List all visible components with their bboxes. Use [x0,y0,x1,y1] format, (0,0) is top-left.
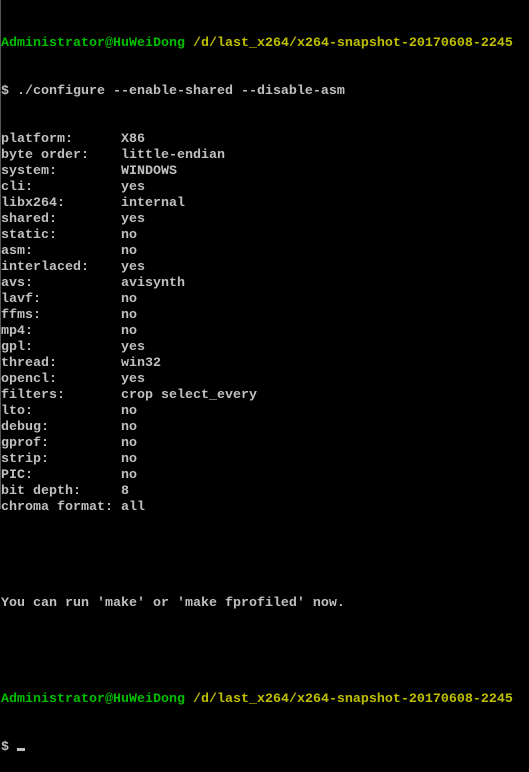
config-value: no [121,436,137,451]
config-row: avs: avisynth [1,276,513,292]
config-value: yes [121,260,145,275]
config-summary: platform: X86 byte order: little-endian syst… [1,132,513,516]
config-row: lto: no [1,404,513,420]
prompt-line: Administrator@HuWeiDong /d/last_x264/x26… [1,692,513,708]
config-value: yes [121,372,145,387]
config-key: platform: [1,132,73,147]
config-value: no [121,292,137,307]
config-key: opencl: [1,372,57,387]
terminal-output[interactable]: Administrator@HuWeiDong /d/last_x264/x26… [1,4,513,772]
config-key: system: [1,164,57,179]
config-key: asm: [1,244,33,259]
config-key: libx264: [1,196,65,211]
config-value: X86 [121,132,145,147]
config-row: cli: yes [1,180,513,196]
prompt-user: Administrator@HuWeiDong [1,36,185,51]
config-key: strip: [1,452,49,467]
config-value: little-endian [121,148,225,163]
config-key: thread: [1,356,57,371]
result-message: You can run 'make' or 'make fprofiled' n… [1,596,345,611]
config-value: no [121,244,137,259]
config-value: no [121,308,137,323]
config-row: ffms: no [1,308,513,324]
command-line: $ ./configure --enable-shared --disable-… [1,84,345,99]
config-row: lavf: no [1,292,513,308]
config-value: yes [121,180,145,195]
config-value: no [121,404,137,419]
config-value: no [121,452,137,467]
config-row: strip: no [1,452,513,468]
config-row: opencl: yes [1,372,513,388]
config-row: PIC: no [1,468,513,484]
config-row: chroma format: all [1,500,513,516]
config-key: PIC: [1,468,33,483]
config-row: debug: no [1,420,513,436]
config-key: debug: [1,420,49,435]
config-value: win32 [121,356,161,371]
config-key: chroma format: [1,500,113,515]
prompt-user: Administrator@HuWeiDong [1,692,185,707]
config-value: no [121,420,137,435]
config-value: yes [121,340,145,355]
config-key: interlaced: [1,260,89,275]
config-key: byte order: [1,148,89,163]
config-value: all [121,500,145,515]
config-key: filters: [1,388,65,403]
config-row: mp4: no [1,324,513,340]
config-row: static: no [1,228,513,244]
config-row: platform: X86 [1,132,513,148]
config-key: mp4: [1,324,33,339]
config-row: filters: crop select_every [1,388,513,404]
config-row: system: WINDOWS [1,164,513,180]
config-key: ffms: [1,308,41,323]
config-key: bit depth: [1,484,81,499]
config-value: no [121,228,137,243]
config-key: lto: [1,404,33,419]
config-row: libx264: internal [1,196,513,212]
prompt-line: Administrator@HuWeiDong /d/last_x264/x26… [1,36,513,52]
config-value: no [121,324,137,339]
config-key: gpl: [1,340,33,355]
config-key: static: [1,228,57,243]
config-key: gprof: [1,436,49,451]
config-value: no [121,468,137,483]
config-key: shared: [1,212,57,227]
config-row: thread: win32 [1,356,513,372]
prompt-path: /d/last_x264/x264-snapshot-20170608-2245 [192,692,513,707]
config-row: bit depth: 8 [1,484,513,500]
config-value: yes [121,212,145,227]
config-key: lavf: [1,292,41,307]
config-row: gprof: no [1,436,513,452]
config-value: avisynth [121,276,185,291]
config-row: byte order: little-endian [1,148,513,164]
config-value: crop select_every [121,388,257,403]
config-value: 8 [121,484,129,499]
config-key: cli: [1,180,33,195]
input-line[interactable]: $ [1,740,513,756]
config-key: avs: [1,276,33,291]
input-prompt: $ [1,740,17,755]
config-row: shared: yes [1,212,513,228]
config-row: gpl: yes [1,340,513,356]
config-value: WINDOWS [121,164,177,179]
config-value: internal [121,196,185,211]
prompt-path: /d/last_x264/x264-snapshot-20170608-2245 [192,36,513,51]
text-cursor [17,748,25,751]
config-row: interlaced: yes [1,260,513,276]
config-row: asm: no [1,244,513,260]
